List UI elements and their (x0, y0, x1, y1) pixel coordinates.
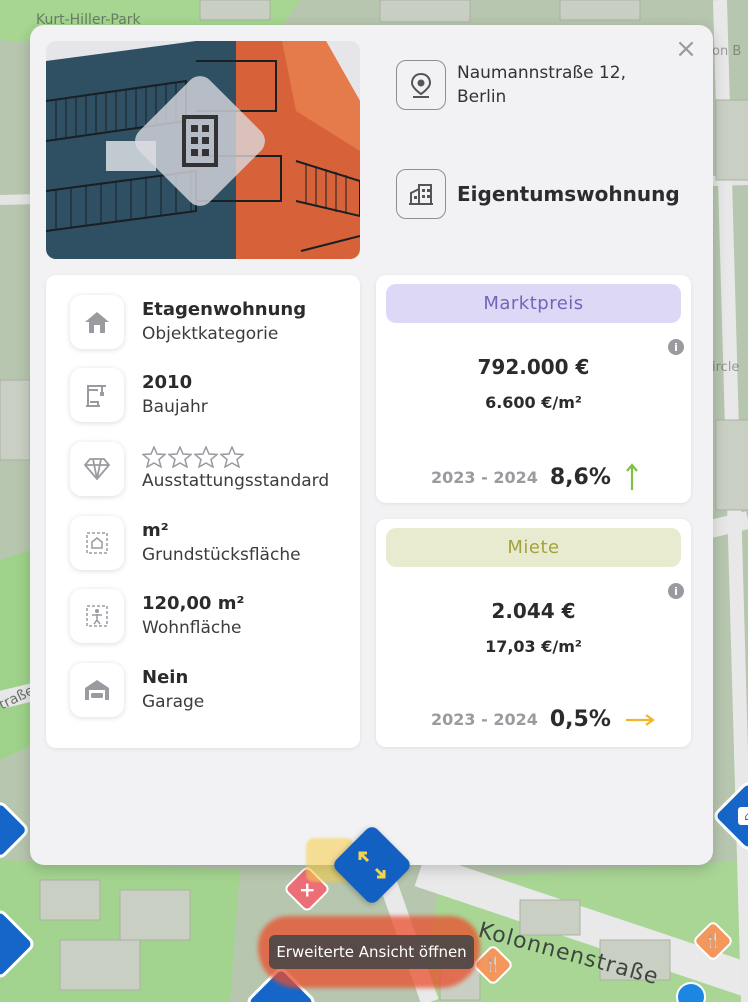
detail-row-plot: m² Grundstücksfläche (70, 516, 301, 570)
detail-row-year: 2010 Baujahr (70, 368, 208, 422)
map-label-right-mid: ircle (712, 360, 740, 375)
detail-label: Objektkategorie (142, 324, 279, 344)
expand-icon (358, 851, 386, 879)
star-empty-icon (168, 446, 192, 468)
address-city: Berlin (457, 87, 507, 107)
building-icon (396, 169, 446, 219)
living-area-icon (70, 589, 124, 643)
detail-value: 2010 (142, 372, 193, 393)
map-label-right-top: on B (712, 44, 742, 59)
star-empty-icon (220, 446, 244, 468)
property-type: Eigentumswohnung (457, 182, 680, 206)
diamond-icon (70, 442, 124, 496)
crane-icon (70, 368, 124, 422)
property-photo (46, 41, 360, 259)
detail-value: m² (142, 520, 169, 541)
expand-tooltip: Erweiterte Ansicht öffnen (269, 935, 474, 969)
detail-value: Nein (142, 667, 189, 688)
details-card: Etagenwohnung Objektkategorie 2010 Bauja… (46, 275, 360, 748)
rent-per-sqm: 17,03 €/m² (485, 637, 582, 656)
trend-percentage: 8,6% (549, 464, 611, 490)
detail-row-equipment: Ausstattungsstandard (70, 442, 329, 496)
trend-percentage: 0,5% (549, 707, 611, 732)
detail-row-category: Etagenwohnung Objektkategorie (70, 295, 306, 349)
detail-label: Grundstücksfläche (142, 545, 301, 565)
equipment-rating (142, 445, 329, 469)
location-pin-icon (396, 60, 446, 110)
house-icon (70, 295, 124, 349)
address-text: Naumannstraße 12, Berlin (457, 61, 626, 109)
close-icon[interactable]: × (674, 36, 698, 62)
detail-value: Etagenwohnung (142, 299, 307, 320)
arrow-right-icon (625, 713, 655, 727)
detail-label: Wohnfläche (142, 618, 242, 638)
address-row: Naumannstraße 12, Berlin (396, 60, 626, 110)
arrow-up-icon (625, 463, 639, 491)
detail-row-garage: Nein Garage (70, 663, 204, 717)
market-price-card: Marktpreis i 792.000 € 6.600 €/m² 2023 -… (376, 275, 691, 503)
detail-label: Garage (142, 692, 205, 712)
property-type-row: Eigentumswohnung (396, 169, 680, 219)
rent-title: Miete (386, 528, 681, 567)
info-icon[interactable]: i (668, 583, 684, 599)
garage-icon (70, 663, 124, 717)
trend-period: 2023 - 2024 (431, 467, 538, 487)
rent-trend: 2023 - 2024 0,5% (431, 707, 655, 732)
plot-area-icon (70, 516, 124, 570)
detail-row-living-area: 120,00 m² Wohnfläche (70, 589, 244, 643)
detail-label: Ausstattungsstandard (142, 471, 330, 491)
rent-card: Miete i 2.044 € 17,03 €/m² 2023 - 2024 0… (376, 519, 691, 747)
market-price-value: 792.000 € (477, 355, 590, 379)
market-trend: 2023 - 2024 8,6% (431, 463, 639, 491)
star-empty-icon (142, 446, 166, 468)
trend-period: 2023 - 2024 (431, 710, 538, 729)
market-price-title: Marktpreis (386, 284, 681, 323)
rent-value: 2.044 € (491, 599, 576, 623)
market-price-per-sqm: 6.600 €/m² (485, 393, 582, 412)
address-street: Naumannstraße 12, (457, 63, 626, 83)
detail-value: 120,00 m² (142, 593, 245, 614)
info-icon[interactable]: i (668, 339, 684, 355)
detail-label: Baujahr (142, 397, 208, 417)
star-empty-icon (194, 446, 218, 468)
